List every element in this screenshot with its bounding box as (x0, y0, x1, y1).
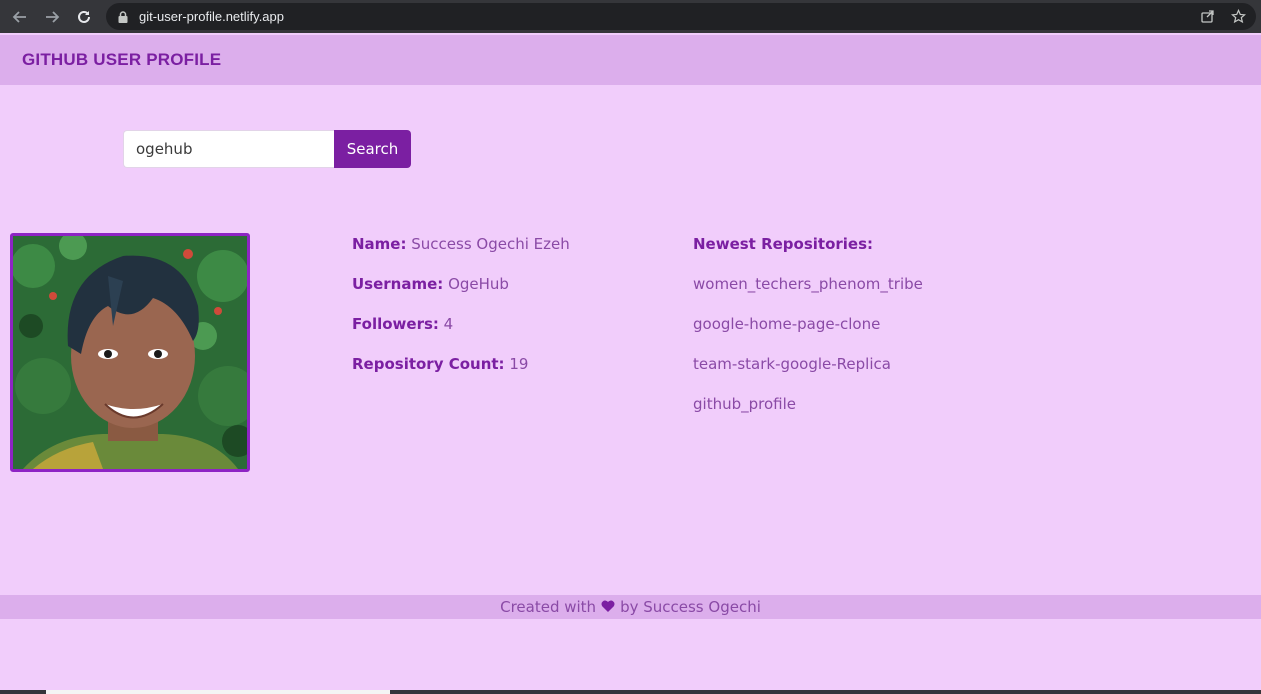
taskbar-highlight (46, 690, 390, 694)
profile-name-row: Name: Success Ogechi Ezeh (352, 234, 570, 274)
repositories-heading: Newest Repositories: (693, 235, 874, 253)
profile-info: Name: Success Ogechi Ezeh Username: OgeH… (352, 234, 570, 394)
share-icon[interactable] (1200, 8, 1216, 24)
repo-link[interactable]: women_techers_phenom_tribe (693, 274, 923, 314)
search-form: Search (123, 130, 411, 168)
profile-followers-row: Followers: 4 (352, 314, 570, 354)
profile-username-row: Username: OgeHub (352, 274, 570, 314)
search-button[interactable]: Search (334, 130, 411, 168)
footer-prefix: Created with (500, 598, 597, 616)
name-label: Name: (352, 235, 407, 253)
repo-link[interactable]: github_profile (693, 394, 923, 434)
star-icon[interactable] (1230, 8, 1246, 24)
followers-value: 4 (443, 315, 454, 333)
lock-icon (118, 10, 130, 24)
repo-link[interactable]: google-home-page-clone (693, 314, 923, 354)
avatar-image (13, 236, 247, 469)
username-label: Username: (352, 275, 444, 293)
profile-repo-count-row: Repository Count: 19 (352, 354, 570, 394)
repo-link[interactable]: team-stark-google-Replica (693, 354, 923, 394)
footer: Created with by Success Ogechi (0, 595, 1261, 619)
avatar (10, 233, 250, 472)
app-header: GITHUB USER PROFILE (0, 35, 1261, 85)
taskbar-strip (0, 690, 1261, 694)
url-text[interactable]: git-user-profile.netlify.app (139, 9, 284, 24)
footer-suffix: by Success Ogechi (620, 598, 761, 616)
repositories-list: Newest Repositories: women_techers_pheno… (693, 234, 923, 434)
followers-label: Followers: (352, 315, 439, 333)
name-value: Success Ogechi Ezeh (411, 235, 570, 253)
forward-arrow-icon[interactable] (41, 6, 63, 28)
address-bar[interactable]: git-user-profile.netlify.app (106, 3, 1256, 30)
reload-icon[interactable] (73, 6, 95, 28)
back-arrow-icon[interactable] (9, 6, 31, 28)
search-input[interactable] (123, 130, 334, 168)
page-title: GITHUB USER PROFILE (22, 50, 222, 69)
repo-count-label: Repository Count: (352, 355, 505, 373)
username-value: OgeHub (448, 275, 509, 293)
repo-count-value: 19 (509, 355, 529, 373)
browser-toolbar: git-user-profile.netlify.app (0, 0, 1261, 33)
heart-icon (601, 598, 615, 616)
